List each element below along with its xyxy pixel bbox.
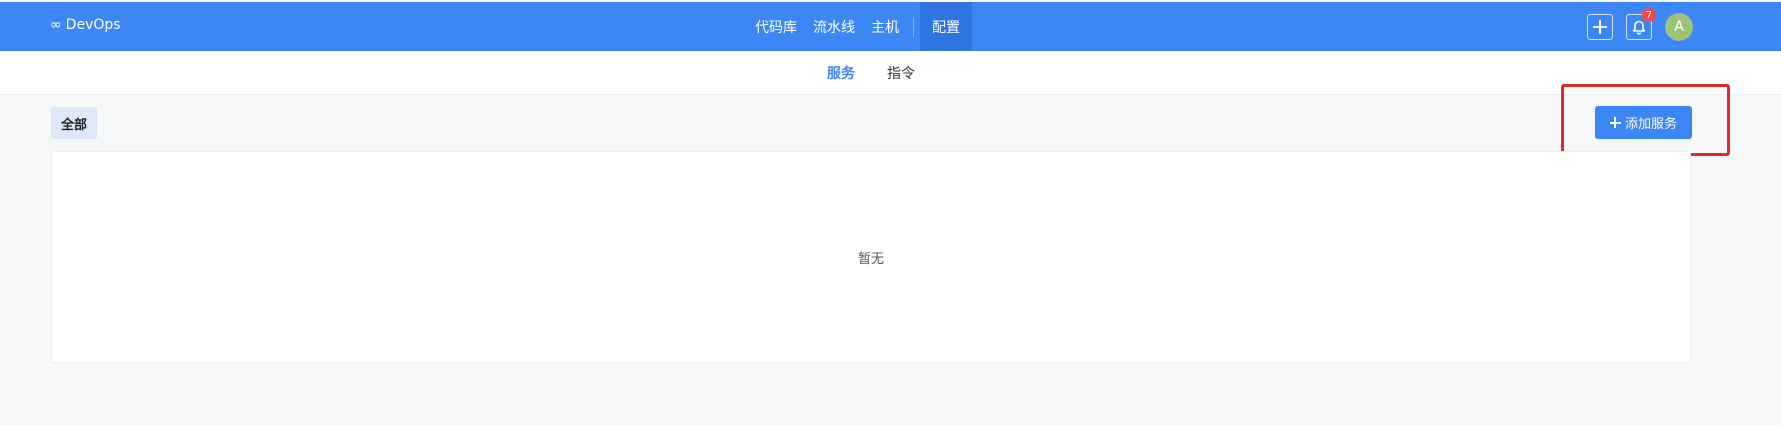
nav-divider [913, 16, 914, 37]
empty-state-text: 暂无 [857, 251, 884, 267]
top-navbar: ∞ DevOps 代码库 流水线 主机 配置 7 A [0, 2, 1781, 51]
nav-item-pipelines[interactable]: 流水线 [805, 2, 863, 51]
filter-all[interactable]: 全部 [51, 107, 98, 139]
nav-item-hosts[interactable]: 主机 [863, 2, 907, 51]
bell-icon [1632, 20, 1646, 35]
create-button[interactable] [1587, 14, 1613, 40]
app-name: DevOps [65, 17, 121, 33]
services-panel: 暂无 [51, 151, 1691, 363]
app-logo[interactable]: ∞ DevOps [50, 17, 121, 33]
plus-icon [1593, 20, 1607, 34]
notification-count-badge: 7 [1642, 8, 1656, 22]
nav-item-repos[interactable]: 代码库 [747, 2, 805, 51]
sub-tabs: 服务 指令 [827, 51, 915, 95]
infinity-icon: ∞ [50, 17, 62, 33]
tab-commands[interactable]: 指令 [887, 63, 915, 83]
main-nav: 代码库 流水线 主机 配置 [747, 2, 972, 51]
tab-services[interactable]: 服务 [827, 63, 855, 83]
highlight-box [1561, 84, 1730, 156]
sub-navbar: 服务 指令 [0, 51, 1781, 95]
navbar-actions: 7 A [1587, 8, 1693, 41]
user-avatar[interactable]: A [1665, 13, 1693, 41]
notifications-button[interactable]: 7 [1626, 8, 1656, 40]
nav-item-config[interactable]: 配置 [920, 2, 972, 51]
